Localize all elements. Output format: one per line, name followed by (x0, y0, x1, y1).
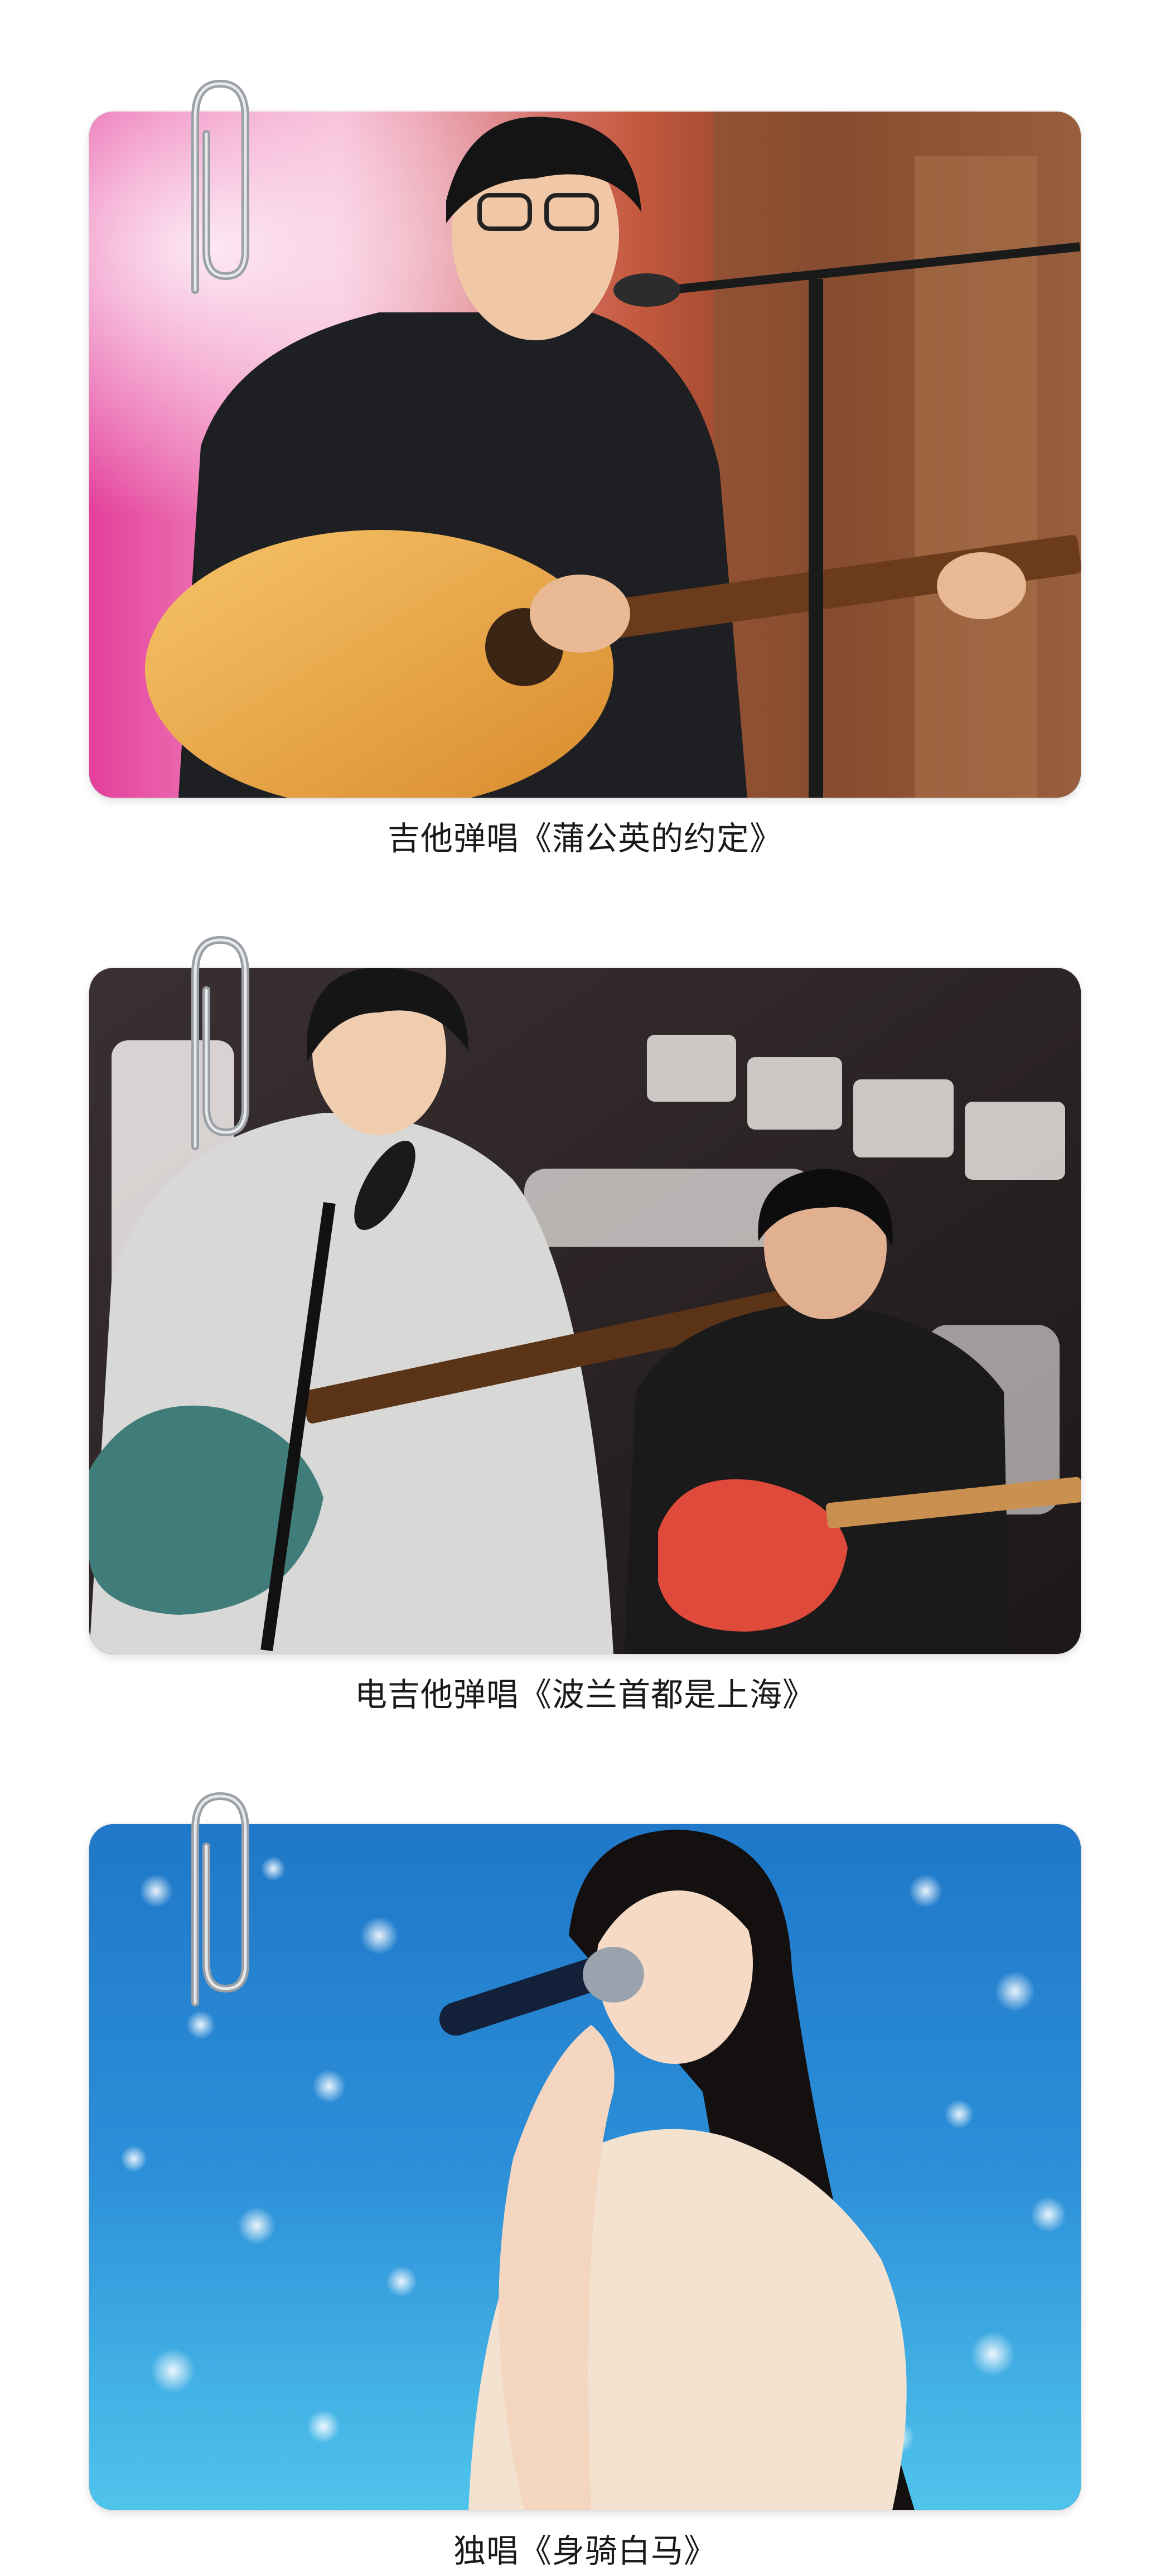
paperclip-icon (162, 1779, 262, 2014)
photo-caption: 吉他弹唱《蒲公英的约定》 (387, 819, 782, 857)
paperclip-icon (162, 923, 262, 1157)
paperclip-icon (162, 67, 262, 301)
photo-caption: 独唱《身骑白马》 (453, 2532, 717, 2570)
photo-caption: 电吉他弹唱《波兰首都是上海》 (354, 1676, 815, 1714)
